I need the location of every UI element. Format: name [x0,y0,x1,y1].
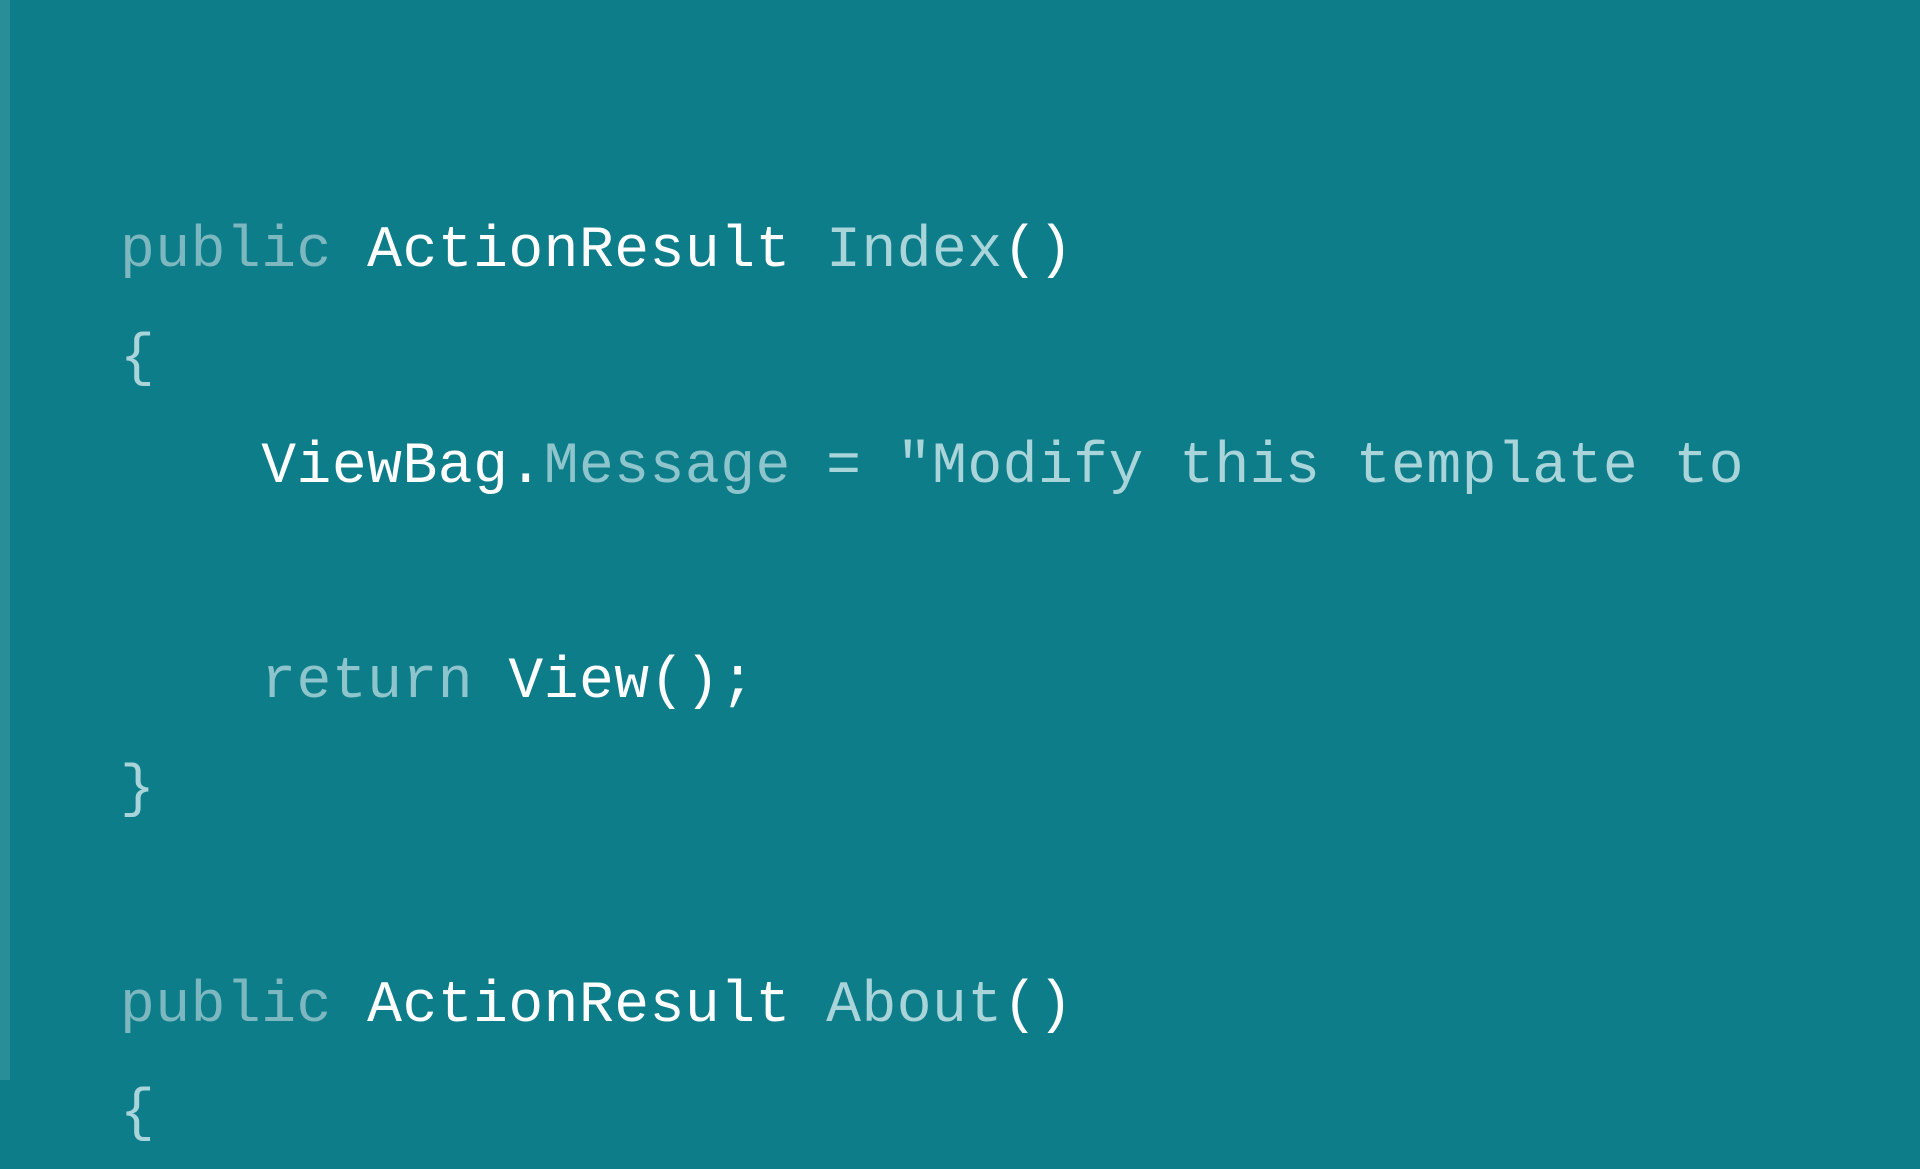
open-brace: { [120,1082,155,1147]
code-line-9: { [120,1082,155,1147]
keyword-public: public [120,974,332,1039]
open-brace: { [120,327,155,392]
code-editor-content: public ActionResult Index() { ViewBag.Me… [120,90,1744,1169]
code-line-1: public ActionResult Index() [120,219,1073,284]
parentheses-semicolon: (); [650,650,756,715]
viewbag-object: ViewBag [261,435,508,500]
message-property: Message [544,435,791,500]
equals-operator: = [791,435,897,500]
code-line-8: public ActionResult About() [120,974,1073,1039]
indent [120,650,261,715]
code-line-3: ViewBag.Message = "Modify this template … [120,435,1744,500]
type-actionresult: ActionResult [367,974,791,1039]
code-line-6: } [120,758,155,823]
string-literal: "Modify this template to [897,435,1744,500]
parentheses: () [1003,974,1074,1039]
keyword-return: return [261,650,473,715]
view-method-call: View [508,650,649,715]
code-line-2: { [120,327,155,392]
indent [120,435,261,500]
parentheses: () [1003,219,1074,284]
code-line-5: return View(); [120,650,756,715]
dot-operator: . [508,435,543,500]
method-about: About [826,974,1003,1039]
keyword-public: public [120,219,332,284]
left-margin-decoration [0,0,10,1080]
close-brace: } [120,758,155,823]
method-index: Index [826,219,1003,284]
type-actionresult: ActionResult [367,219,791,284]
